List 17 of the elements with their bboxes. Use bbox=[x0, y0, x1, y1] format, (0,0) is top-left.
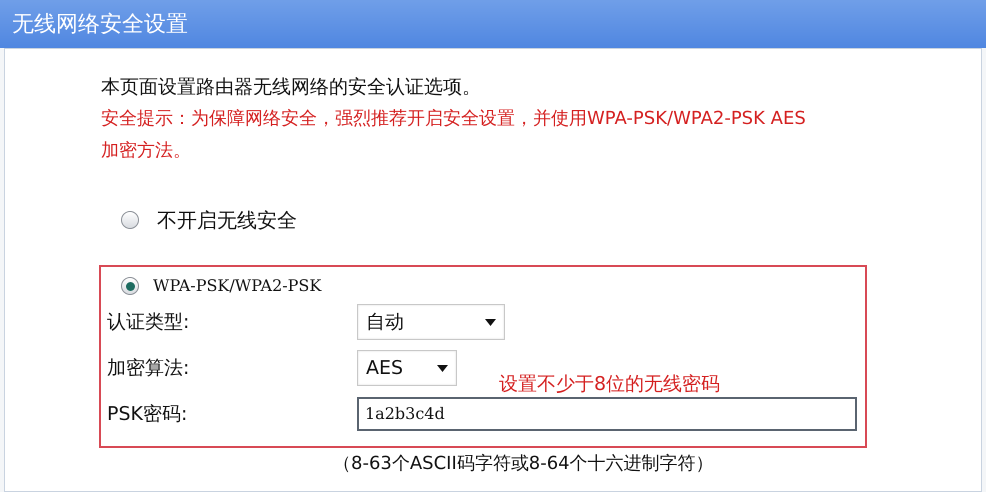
window-title: 无线网络安全设置 bbox=[12, 10, 188, 38]
annotation-text: 设置不少于8位的无线密码 bbox=[499, 372, 720, 397]
caret-icon bbox=[437, 364, 448, 372]
field-label: PSK密码: bbox=[107, 402, 188, 427]
caret-icon bbox=[485, 318, 496, 326]
security-tip: 安全提示：为保障网络安全，强烈推荐开启安全设置，并使用WPA-PSK/WPA2-PSK AES加密方法。 bbox=[101, 107, 807, 163]
field-label: 认证类型: bbox=[107, 310, 190, 335]
hint-text: （8-63个ASCII码字符或8-64个十六进制字符） bbox=[333, 452, 715, 476]
input-field[interactable]: 1a2b3c4d bbox=[357, 397, 857, 431]
dropdown[interactable]: AES bbox=[357, 350, 457, 386]
radio-button[interactable] bbox=[121, 211, 139, 229]
field-label: 加密算法: bbox=[107, 356, 190, 381]
radio-button[interactable] bbox=[121, 277, 139, 295]
radio-label: 不开启无线安全 bbox=[157, 207, 297, 234]
description-text: 本页面设置路由器无线网络的安全认证选项。 bbox=[101, 75, 482, 100]
dropdown[interactable]: 自动 bbox=[357, 304, 505, 340]
radio-label: WPA-PSK/WPA2-PSK bbox=[153, 275, 322, 297]
